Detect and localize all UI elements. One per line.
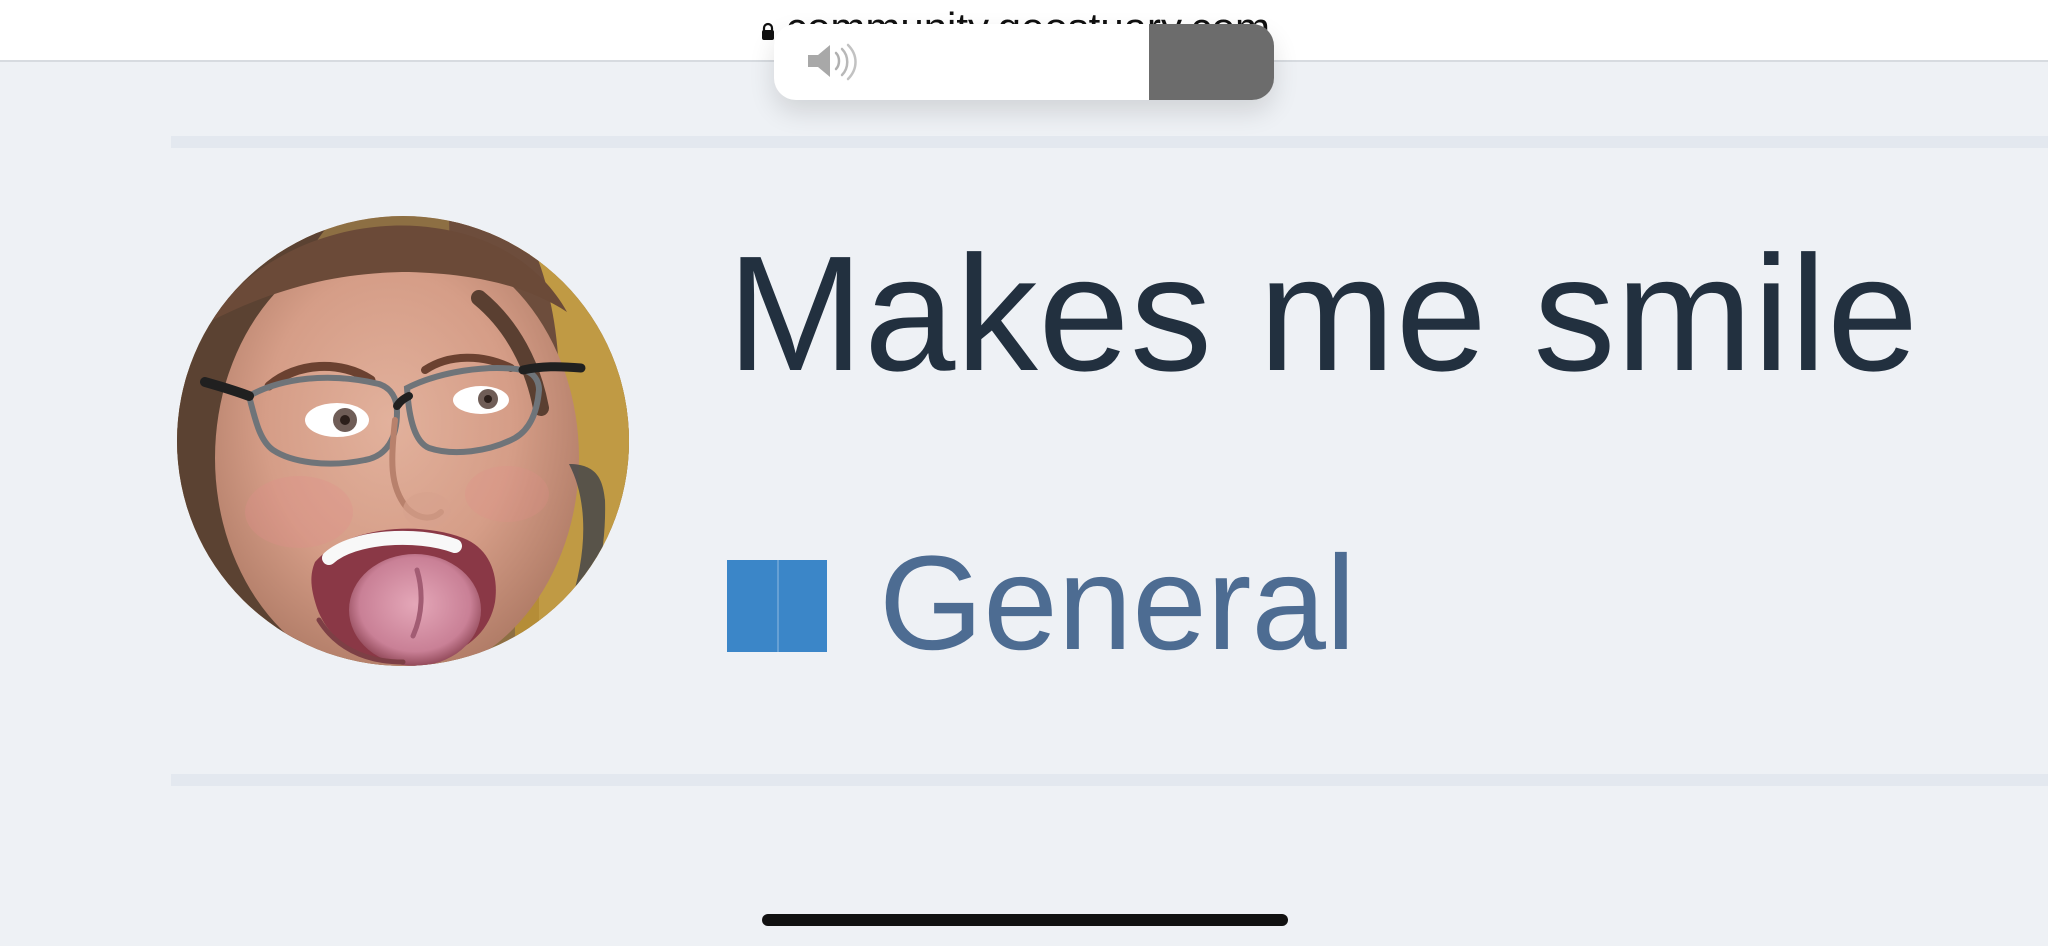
avatar[interactable] bbox=[177, 216, 629, 666]
topic-title: Makes me smile bbox=[727, 222, 1919, 405]
speaker-icon bbox=[808, 43, 857, 81]
lock-icon bbox=[762, 22, 774, 40]
volume-indicator bbox=[774, 24, 1274, 100]
avatar-photo bbox=[177, 216, 629, 666]
volume-level-fill bbox=[1149, 24, 1274, 100]
section-divider-top bbox=[171, 136, 2048, 148]
category-label: General bbox=[879, 529, 1356, 678]
home-indicator bbox=[762, 914, 1288, 926]
category-link[interactable]: General bbox=[727, 537, 1356, 671]
section-divider-bottom bbox=[171, 774, 2048, 786]
category-color-swatch bbox=[727, 560, 827, 652]
